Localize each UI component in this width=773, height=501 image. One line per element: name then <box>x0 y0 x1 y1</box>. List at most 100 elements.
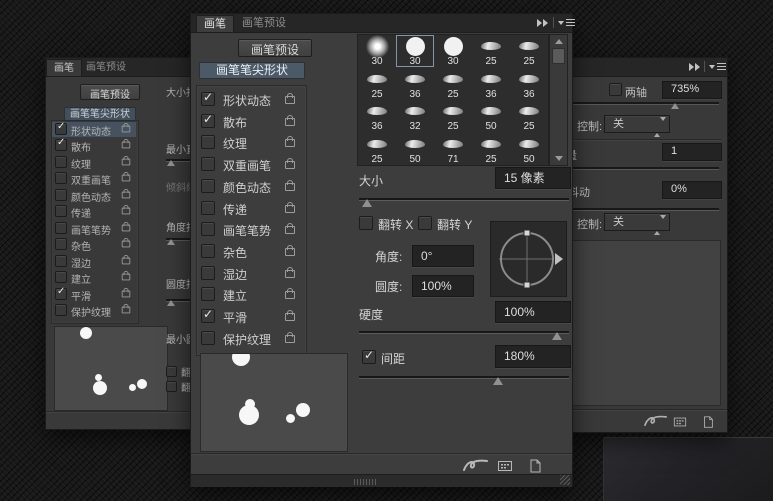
lock-icon[interactable] <box>122 158 131 165</box>
lock-icon[interactable] <box>122 175 131 182</box>
angle-roundness-dial[interactable] <box>490 221 567 297</box>
brush-preset-cell[interactable]: 25 <box>358 133 396 165</box>
spacing-value[interactable]: 180% <box>495 345 571 368</box>
brush-option-row[interactable]: 杂色 <box>52 237 136 252</box>
panel-menu-icon[interactable] <box>558 19 575 26</box>
brush-option-row[interactable]: 传递 <box>52 204 136 219</box>
new-brush-icon[interactable] <box>527 458 543 474</box>
option-label[interactable]: 颜色动态 <box>71 189 111 204</box>
brush-option-row[interactable]: 颜色动态 <box>197 177 304 197</box>
scroll-up-icon[interactable] <box>555 39 563 44</box>
option-label[interactable]: 平滑 <box>71 288 91 303</box>
option-label[interactable]: 杂色 <box>223 244 247 261</box>
lock-icon[interactable] <box>285 205 295 213</box>
brush-preset-cell[interactable]: 25 <box>358 68 396 100</box>
brush-option-row[interactable]: 纹理 <box>197 133 304 153</box>
corner-resize-grip[interactable] <box>560 475 570 485</box>
brush-option-row[interactable]: 平滑 <box>52 287 136 302</box>
option-checkbox[interactable] <box>201 244 215 258</box>
option-checkbox[interactable] <box>55 304 67 316</box>
option-label[interactable]: 杂色 <box>71 238 91 253</box>
tab-brush[interactable]: 画笔 <box>196 15 234 32</box>
option-label[interactable]: 传递 <box>223 201 247 218</box>
preset-manager-icon[interactable] <box>497 458 513 474</box>
lock-icon[interactable] <box>285 96 295 104</box>
brush-option-row[interactable]: 双重画笔 <box>197 155 304 175</box>
flip-x-checkbox[interactable] <box>359 216 373 230</box>
brush-preset-cell[interactable]: 30 <box>434 35 472 67</box>
option-checkbox[interactable] <box>201 287 215 301</box>
hardness-value[interactable]: 100% <box>495 301 571 323</box>
brush-preset-cell[interactable]: 36 <box>472 68 510 100</box>
option-checkbox[interactable] <box>55 222 67 234</box>
brush-preset-cell[interactable]: 36 <box>510 68 548 100</box>
lock-icon[interactable] <box>122 191 131 198</box>
option-checkbox[interactable] <box>55 123 67 135</box>
option-checkbox[interactable] <box>55 255 67 267</box>
new-brush-icon[interactable] <box>701 415 715 429</box>
option-label[interactable]: 散布 <box>71 139 91 154</box>
count-value[interactable]: 1 <box>662 143 722 161</box>
spacing-checkbox[interactable] <box>362 350 376 364</box>
option-checkbox[interactable] <box>201 179 215 193</box>
lock-icon[interactable] <box>122 241 131 248</box>
slider-thumb[interactable] <box>671 103 679 109</box>
brush-option-row[interactable]: 湿边 <box>52 254 136 269</box>
lock-icon[interactable] <box>285 139 295 147</box>
size-slider[interactable] <box>359 198 569 200</box>
brush-option-row[interactable]: 保护纹理 <box>52 303 136 318</box>
brush-preset-cell[interactable]: 30 <box>358 35 396 67</box>
lock-icon[interactable] <box>122 224 131 231</box>
brush-preset-cell[interactable]: 71 <box>434 133 472 165</box>
control-dropdown[interactable]: 关 <box>604 115 670 133</box>
brush-preset-cell[interactable]: 25 <box>434 100 472 132</box>
lock-icon[interactable] <box>122 126 131 133</box>
brush-option-row[interactable]: 颜色动态 <box>52 188 136 203</box>
option-label[interactable]: 建立 <box>223 287 247 304</box>
brush-option-row[interactable]: 建立 <box>197 285 304 305</box>
option-checkbox[interactable] <box>55 288 67 300</box>
slider-thumb[interactable] <box>493 377 503 385</box>
brush-option-row[interactable]: 画笔笔势 <box>197 220 304 240</box>
slider-thumb[interactable] <box>362 199 372 207</box>
lock-icon[interactable] <box>285 313 295 321</box>
brush-option-row[interactable]: 形状动态 <box>197 90 304 110</box>
brush-option-row[interactable]: 散布 <box>52 138 136 153</box>
scrollbar-thumb[interactable] <box>552 48 565 64</box>
size-value[interactable]: 15 像素 <box>495 167 571 189</box>
both-axes-checkbox[interactable] <box>609 83 622 96</box>
slider-thumb[interactable] <box>167 239 175 245</box>
brush-option-row[interactable]: 湿边 <box>197 264 304 284</box>
lock-icon[interactable] <box>122 274 131 281</box>
lock-icon[interactable] <box>285 248 295 256</box>
tab-brush[interactable]: 画笔 <box>46 59 82 76</box>
option-checkbox[interactable] <box>55 205 67 217</box>
brush-preset-cell[interactable]: 36 <box>396 68 434 100</box>
brush-option-row[interactable]: 保护纹理 <box>197 329 304 349</box>
option-checkbox[interactable] <box>201 201 215 215</box>
brush-option-row[interactable]: 散布 <box>197 112 304 132</box>
brush-preset-cell[interactable]: 50 <box>472 100 510 132</box>
brush-option-row[interactable]: 平滑 <box>197 307 304 327</box>
lock-icon[interactable] <box>285 161 295 169</box>
spacing-slider[interactable] <box>359 376 569 378</box>
brush-preset-cell[interactable]: 50 <box>510 133 548 165</box>
brush-presets-button[interactable]: 画笔预设 <box>80 84 140 100</box>
option-checkbox[interactable] <box>201 157 215 171</box>
option-checkbox[interactable] <box>55 189 67 201</box>
brush-preset-cell[interactable]: 36 <box>358 100 396 132</box>
option-checkbox[interactable] <box>55 271 67 283</box>
lock-icon[interactable] <box>285 291 295 299</box>
panel-menu-icon[interactable] <box>709 63 726 70</box>
brush-option-row[interactable]: 传递 <box>197 199 304 219</box>
brush-tip-shape-header[interactable]: 画笔笔尖形状 <box>199 62 305 79</box>
collapse-panel-icon[interactable] <box>689 63 701 71</box>
option-checkbox[interactable] <box>201 309 215 323</box>
option-checkbox[interactable] <box>201 114 215 128</box>
option-label[interactable]: 保护纹理 <box>71 304 111 319</box>
lock-icon[interactable] <box>285 226 295 234</box>
tab-brush-presets[interactable]: 画笔预设 <box>79 59 133 75</box>
lock-icon[interactable] <box>122 307 131 314</box>
option-label[interactable]: 纹理 <box>71 156 91 171</box>
brush-preset-cell[interactable]: 25 <box>510 35 548 67</box>
